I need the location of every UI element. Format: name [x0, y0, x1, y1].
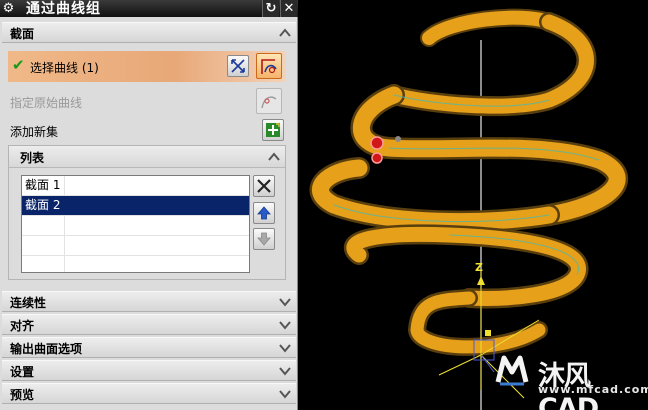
list-item-empty [22, 216, 249, 236]
list-item-selected[interactable]: 截面 2 [22, 196, 249, 216]
select-curve-row[interactable]: ✔ 选择曲线 (1) [8, 51, 286, 82]
arrow-down-icon [257, 232, 271, 246]
z-axis-label: Z [475, 261, 483, 274]
watermark-brand: 沐风CAD [538, 361, 599, 410]
add-new-set-button[interactable] [262, 119, 284, 141]
remove-icon [257, 179, 271, 193]
check-icon: ✔ [12, 56, 25, 74]
chevron-down-icon[interactable] [278, 341, 292, 355]
list-item-empty [22, 256, 249, 272]
section-header-sections[interactable]: 截面 [2, 22, 296, 43]
chevron-down-icon[interactable] [278, 318, 292, 332]
list-item-name: 截面 [25, 198, 50, 212]
chevron-up-icon[interactable] [278, 26, 292, 40]
section-label: 输出曲面选项 [10, 342, 83, 356]
graphics-viewport[interactable]: Z [299, 0, 648, 410]
chevron-down-icon[interactable] [278, 295, 292, 309]
chevron-up-icon[interactable] [267, 150, 281, 164]
mfcad-logo-icon [495, 355, 529, 386]
section-label: 连续性 [10, 296, 47, 310]
move-up-button[interactable] [253, 202, 275, 224]
section-label: 设置 [10, 365, 35, 379]
watermark-url: www.mfcad.com [538, 383, 648, 396]
reverse-direction-button[interactable] [227, 55, 249, 77]
reset-icon[interactable]: ↻ [262, 0, 279, 17]
list-item[interactable]: 截面 1 [22, 176, 249, 196]
section-label: 对齐 [10, 319, 35, 333]
list-label: 列表 [20, 151, 45, 165]
select-curve-label: 选择曲线 (1) [30, 61, 99, 75]
specify-original-curve-label: 指定原始曲线 [10, 96, 83, 110]
list-item-index: 1 [52, 178, 61, 192]
dialog-panel: ⚙ 通过曲线组 ↻ ✕ 截面 ✔ 选择曲线 (1) 指定原始曲线 添加新集 列表… [0, 0, 298, 410]
move-down-button[interactable] [253, 228, 275, 250]
dialog-titlebar: ⚙ 通过曲线组 ↻ ✕ [0, 0, 298, 17]
section-label: 截面 [10, 27, 35, 41]
curve-icon [261, 59, 277, 74]
mfcad-watermark: 沐风CAD www.mfcad.com [494, 352, 648, 410]
close-icon[interactable]: ✕ [280, 0, 297, 17]
add-icon [266, 123, 280, 137]
section-header-preview[interactable]: 预览 [2, 383, 296, 404]
section-header-output-surface-options[interactable]: 输出曲面选项 [2, 337, 296, 358]
arrow-up-icon [257, 206, 271, 220]
list-group: 列表 截面 1 截面 2 [8, 145, 286, 280]
add-new-set-label: 添加新集 [10, 125, 59, 139]
section-header-settings[interactable]: 设置 [2, 360, 296, 381]
section-header-alignment[interactable]: 对齐 [2, 314, 296, 335]
list-item-empty [22, 236, 249, 256]
helix-ribbon [309, 8, 629, 356]
list-header[interactable]: 列表 [9, 146, 285, 168]
section-listbox[interactable]: 截面 1 截面 2 [21, 175, 250, 273]
list-item-index: 2 [52, 198, 61, 212]
remove-button[interactable] [253, 175, 275, 197]
section-header-continuity[interactable]: 连续性 [2, 291, 296, 312]
gear-icon[interactable]: ⚙ [1, 1, 16, 16]
curve-select-button[interactable] [256, 53, 282, 79]
curve-original-icon [261, 96, 277, 109]
helix-ribbon-model[interactable]: Z [299, 0, 648, 410]
section-label: 预览 [10, 388, 35, 402]
specify-original-curve-button[interactable] [256, 88, 282, 114]
chevron-down-icon[interactable] [278, 387, 292, 401]
reverse-direction-icon [231, 59, 245, 73]
list-item-name: 截面 [25, 178, 50, 192]
chevron-down-icon[interactable] [278, 364, 292, 378]
dialog-title: 通过曲线组 [26, 1, 101, 17]
